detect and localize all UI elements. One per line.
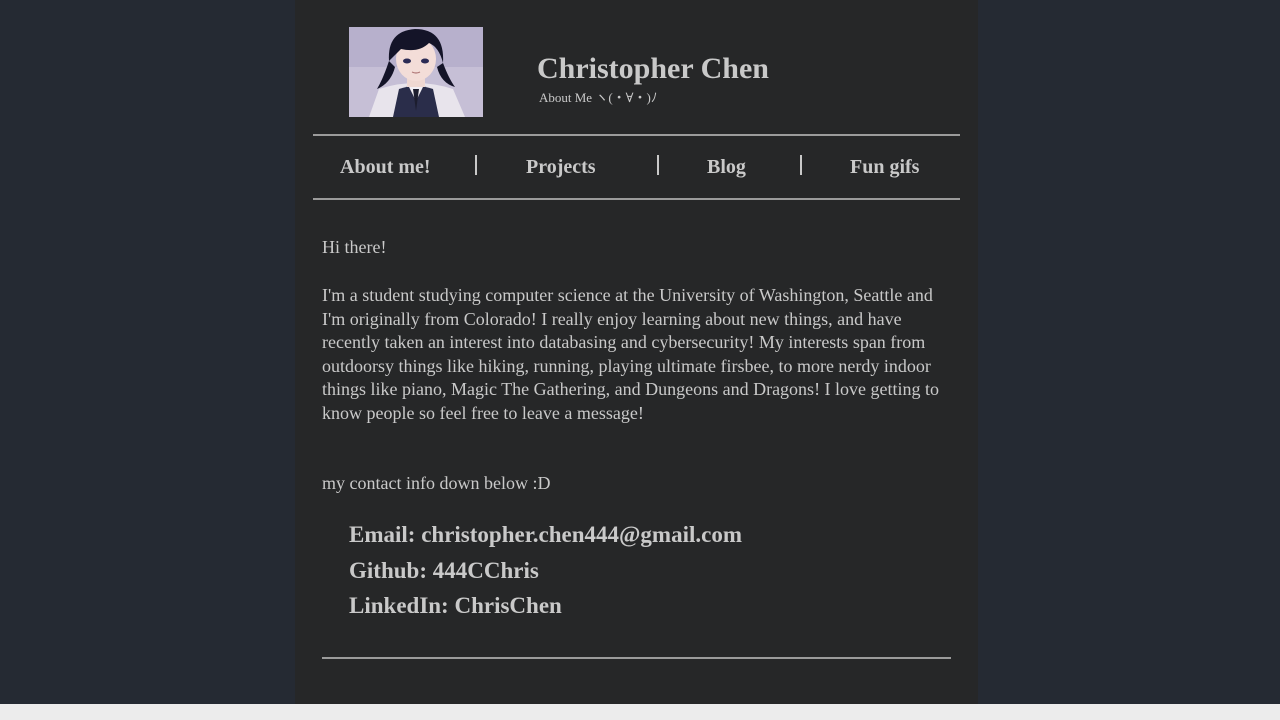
- nav-item-fun-gifs[interactable]: Fun gifs: [850, 154, 919, 180]
- nav-separator: [475, 155, 477, 175]
- footer-divider: [322, 657, 951, 659]
- nav-separator: [657, 155, 659, 175]
- nav-item-projects[interactable]: Projects: [526, 154, 596, 180]
- contact-linkedin[interactable]: LinkedIn: ChrisChen: [349, 592, 562, 620]
- nav-bottom-divider: [313, 198, 960, 200]
- profile-avatar: [349, 27, 483, 117]
- contact-note: my contact info down below :D: [322, 473, 551, 493]
- avatar-portrait-icon: [349, 27, 483, 117]
- nav-top-divider: [313, 134, 960, 136]
- page-subtitle: About Me ヽ(・∀・)ﾉ: [539, 90, 658, 105]
- nav-item-about-me[interactable]: About me!: [340, 154, 431, 180]
- contact-github[interactable]: Github: 444CChris: [349, 557, 539, 585]
- nav-separator: [800, 155, 802, 175]
- page-container: Christopher Chen About Me ヽ(・∀・)ﾉ About …: [295, 0, 978, 704]
- nav-item-blog[interactable]: Blog: [707, 154, 746, 180]
- bottom-edge: [0, 704, 1280, 720]
- page-title: Christopher Chen: [537, 52, 769, 85]
- greeting-text: Hi there!: [322, 237, 387, 257]
- contact-email[interactable]: Email: christopher.chen444@gmail.com: [349, 521, 742, 549]
- intro-paragraph: I'm a student studying computer science …: [322, 285, 940, 423]
